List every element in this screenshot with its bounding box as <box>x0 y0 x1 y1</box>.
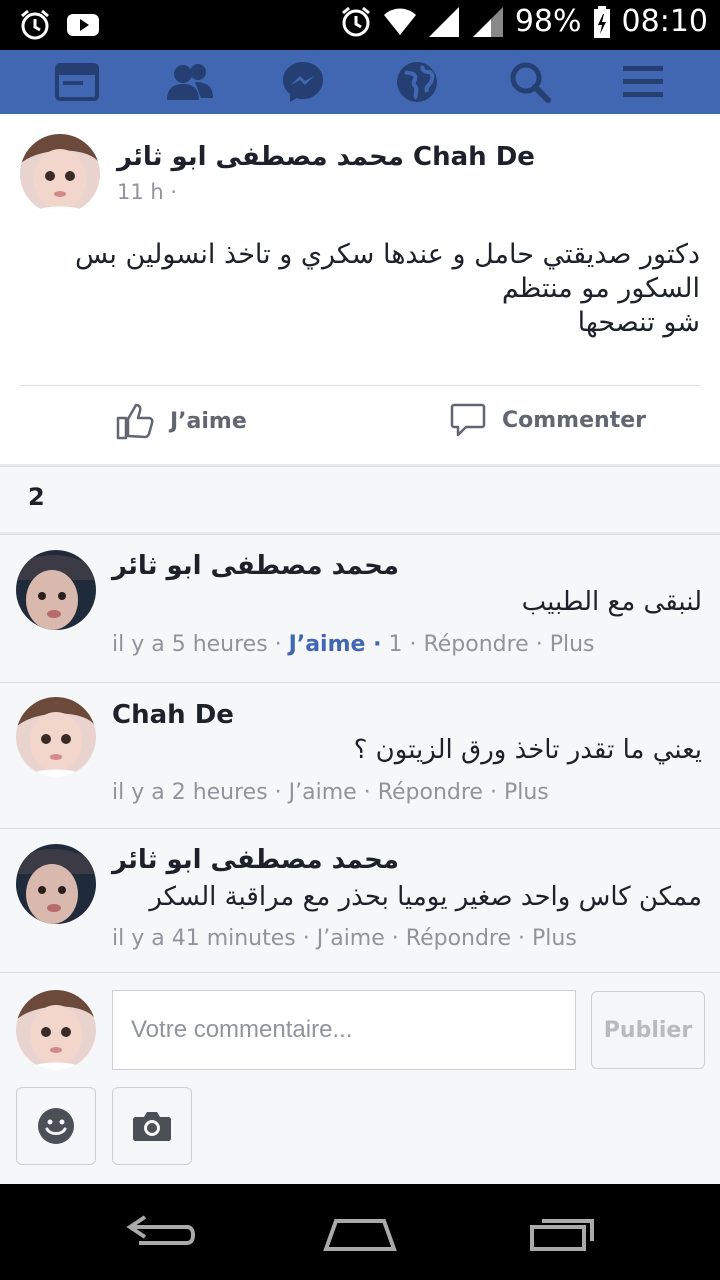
comment-meta: il y a 5 heures · J’aime · 1 · Répondre … <box>112 632 595 657</box>
comment-text: يعني ما تقدر تاخذ ورق الزيتون ؟ <box>353 735 702 765</box>
post-text-line: شو تنصحها <box>577 307 700 338</box>
search-icon <box>510 62 551 103</box>
top-navbar <box>0 50 720 114</box>
avatar <box>16 990 96 1070</box>
like-button[interactable]: J’aime <box>116 402 247 440</box>
comment-meta: il y a 2 heures · J’aime · Répondre · Pl… <box>112 780 549 805</box>
avatar[interactable] <box>16 550 96 630</box>
smiley-icon <box>38 1108 74 1144</box>
home-button[interactable] <box>315 1206 405 1260</box>
comment-author[interactable]: Chah De <box>112 700 234 730</box>
comment-reply-link[interactable]: Répondre <box>406 926 511 951</box>
alarm-icon <box>341 6 370 36</box>
post-author[interactable]: محمد مصطفى ابو ثائر Chah De <box>117 142 535 172</box>
avatar[interactable] <box>16 697 96 777</box>
home-icon <box>323 1219 397 1251</box>
comment-likes-count[interactable]: 1 <box>388 632 402 657</box>
signal-icon <box>472 6 503 37</box>
comment-more-link[interactable]: Plus <box>504 780 549 805</box>
post-text-line: السكور مو منتظم <box>501 273 700 304</box>
feed-icon <box>54 63 99 101</box>
youtube-icon <box>67 14 99 36</box>
comment-like-link[interactable]: J’aime · <box>289 632 382 657</box>
camera-icon <box>133 1112 171 1141</box>
nav-menu[interactable] <box>613 54 673 110</box>
comment-time[interactable]: il y a 5 heures <box>112 632 268 657</box>
comment-more-link[interactable]: Plus <box>532 926 577 951</box>
thumbs-up-icon <box>116 403 154 440</box>
comment-like-link[interactable]: J’aime <box>289 780 357 805</box>
comment-more-link[interactable]: Plus <box>550 632 595 657</box>
photo-button[interactable] <box>112 1087 192 1165</box>
sticker-button[interactable] <box>16 1087 96 1165</box>
comment-time[interactable]: il y a 41 minutes <box>112 926 296 951</box>
menu-icon <box>623 66 664 97</box>
nav-search[interactable] <box>500 54 560 110</box>
battery-percent: 98% <box>514 4 582 39</box>
status-bar: 98% 08:10 <box>0 0 720 50</box>
globe-icon <box>396 62 437 102</box>
avatar[interactable] <box>16 844 96 924</box>
divider <box>20 385 700 386</box>
comment-time[interactable]: il y a 2 heures <box>112 780 268 805</box>
like-label: J’aime <box>170 408 247 434</box>
recents-button[interactable] <box>518 1206 608 1260</box>
post-time[interactable]: 11 h · <box>117 180 177 204</box>
clock: 08:10 <box>621 4 708 39</box>
nav-friends[interactable] <box>160 54 220 110</box>
comments-count-row: 2 <box>0 466 720 532</box>
back-button[interactable] <box>115 1206 205 1260</box>
post-text-line: دكتور صديقتي حامل و عندها سكري و تاخذ ان… <box>74 239 700 270</box>
comment-button[interactable]: Commenter <box>450 402 646 438</box>
comment-meta: il y a 41 minutes · J’aime · Répondre · … <box>112 926 577 951</box>
nav-feed[interactable] <box>47 54 107 110</box>
comment-text: لنبقى مع الطبيب <box>521 587 702 617</box>
comment-label: Commenter <box>502 407 646 433</box>
battery-icon <box>593 5 610 38</box>
back-icon <box>126 1215 195 1245</box>
nav-messenger[interactable] <box>273 54 333 110</box>
comment-reply-link[interactable]: Répondre <box>423 632 528 657</box>
comment-input[interactable] <box>112 990 576 1070</box>
comment-icon <box>450 403 486 437</box>
comment-like-link[interactable]: J’aime <box>317 926 385 951</box>
post-text: دكتور صديقتي حامل و عندها سكري و تاخذ ان… <box>20 238 700 340</box>
comment-author[interactable]: محمد مصطفى ابو ثائر <box>112 551 399 581</box>
alarm-icon <box>21 9 49 40</box>
friends-icon <box>166 64 213 100</box>
nav-notifications[interactable] <box>387 54 447 110</box>
publish-button[interactable]: Publier <box>591 991 705 1069</box>
comments-count[interactable]: 2 <box>28 483 45 511</box>
system-navbar <box>0 1184 720 1280</box>
comment-author[interactable]: محمد مصطفى ابو ثائر <box>112 845 399 875</box>
comment-text: ممكن كاس واحد صغير يوميا بحذر مع مراقبة … <box>149 882 702 912</box>
avatar[interactable] <box>20 134 100 214</box>
messenger-icon <box>283 62 324 102</box>
comment-reply-link[interactable]: Répondre <box>378 780 483 805</box>
recents-icon <box>530 1219 594 1251</box>
wifi-icon <box>383 8 416 35</box>
signal-icon <box>428 6 459 37</box>
